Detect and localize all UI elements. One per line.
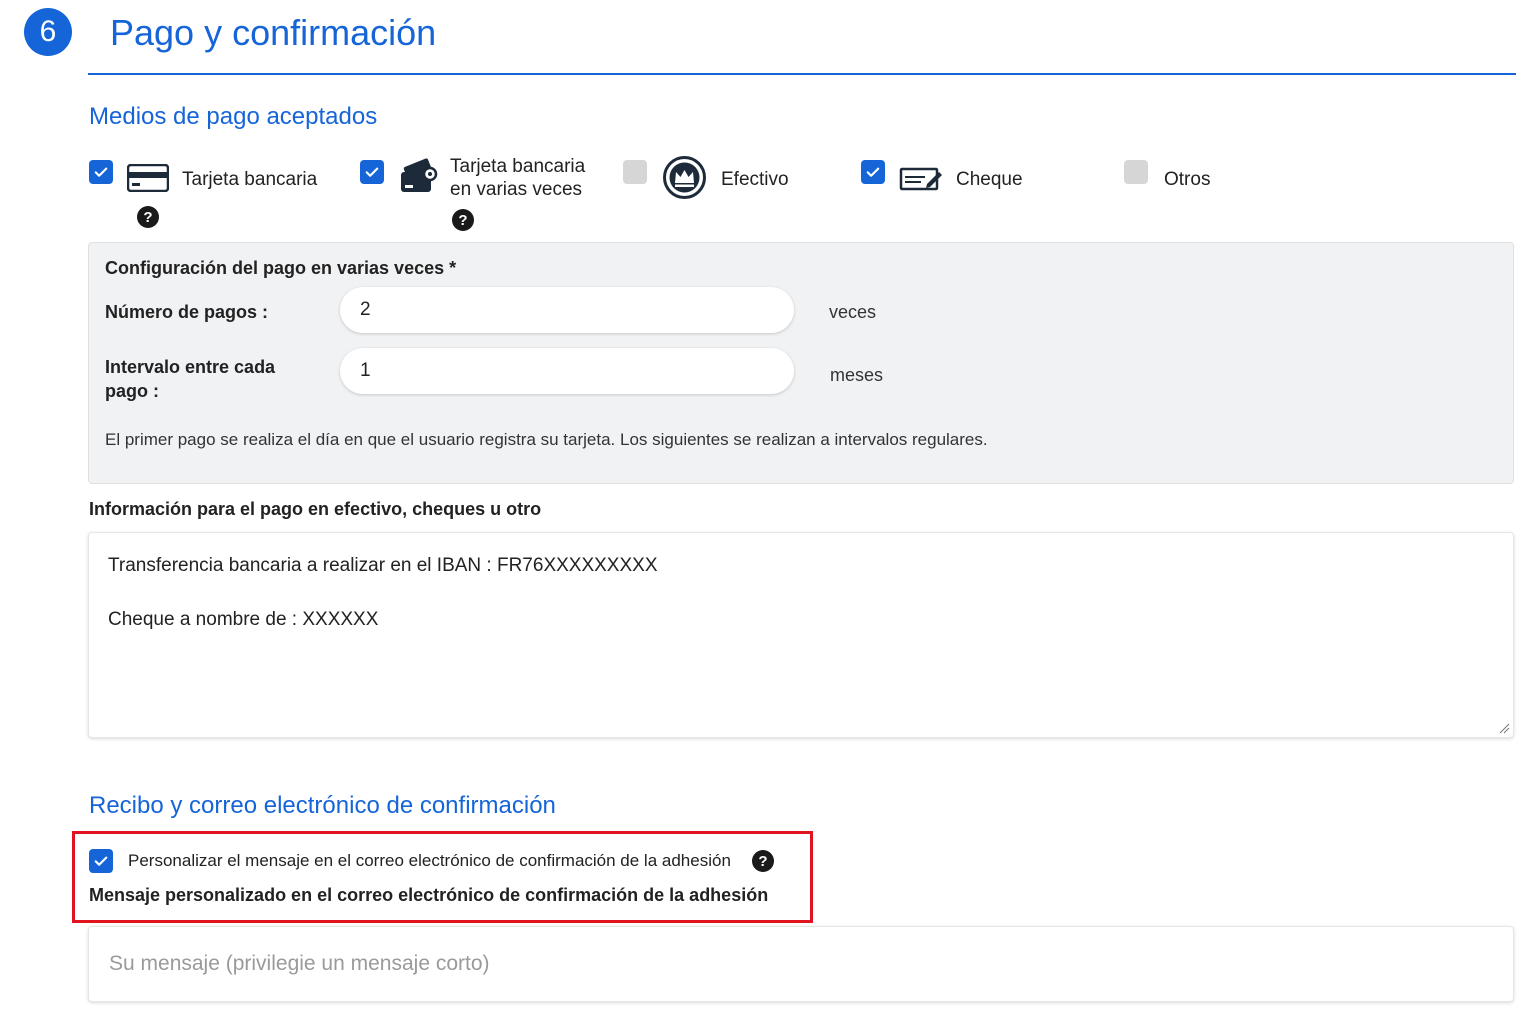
cash-payment-checkbox[interactable]	[623, 160, 647, 184]
other-payment-checkbox[interactable]	[1124, 160, 1148, 184]
payment-info-line-cheque: Cheque a nombre de : XXXXXX	[108, 609, 379, 630]
custom-message-label: Mensaje personalizado en el correo elect…	[89, 885, 769, 905]
cheque-icon	[899, 167, 942, 191]
cheque-payment-checkbox[interactable]	[861, 160, 885, 184]
installment-config-title: Configuración del pago en varias veces *	[105, 258, 457, 278]
num-payments-unit: veces	[829, 302, 877, 322]
check-icon	[94, 856, 108, 866]
interval-label-line2: pago :	[105, 381, 159, 401]
installment-card-label-line1: Tarjeta bancaria	[450, 156, 586, 177]
check-icon	[94, 167, 108, 177]
other-payment-label: Otros	[1164, 169, 1211, 190]
help-icon[interactable]: ?	[137, 206, 159, 228]
customize-message-checkbox[interactable]	[89, 849, 113, 873]
receipt-section-title: Recibo y correo electrónico de confirmac…	[89, 792, 556, 819]
payment-info-line-iban: Transferencia bancaria a realizar en el …	[108, 555, 658, 576]
check-icon	[365, 167, 379, 177]
num-payments-label: Número de pagos :	[105, 302, 269, 322]
interval-label-line1: Intervalo entre cada	[105, 357, 276, 377]
card-payment-label: Tarjeta bancaria	[182, 169, 318, 190]
interval-value: 1	[360, 360, 371, 381]
credit-card-icon	[127, 164, 169, 192]
check-icon	[866, 167, 880, 177]
cash-payment-label: Efectivo	[721, 169, 789, 190]
customize-message-label: Personalizar el mensaje en el correo ele…	[128, 851, 731, 870]
custom-message-input[interactable]	[88, 926, 1514, 1002]
payment-methods-title: Medios de pago aceptados	[89, 103, 378, 130]
help-icon[interactable]: ?	[452, 209, 474, 231]
card-payment-checkbox[interactable]	[89, 160, 113, 184]
installment-card-checkbox[interactable]	[360, 160, 384, 184]
payment-info-label: Información para el pago en efectivo, ch…	[89, 499, 542, 519]
installment-card-label: Tarjeta bancaria en varias veces	[450, 155, 585, 201]
num-payments-value: 2	[360, 299, 371, 320]
interval-input[interactable]: 1	[340, 348, 794, 394]
num-payments-input[interactable]: 2	[340, 287, 794, 333]
resize-handle-icon[interactable]	[1498, 722, 1510, 734]
cheque-payment-label: Cheque	[956, 169, 1023, 190]
installment-card-label-line2: en varias veces	[450, 179, 583, 200]
installment-note: El primer pago se realiza el día en que …	[105, 430, 988, 449]
help-icon[interactable]: ?	[752, 850, 774, 872]
interval-unit: meses	[830, 365, 884, 385]
recurring-card-icon	[401, 158, 438, 192]
cash-crown-icon	[663, 156, 706, 199]
title-divider	[88, 73, 1516, 75]
page-title: Pago y confirmación	[110, 12, 437, 53]
step-number-badge: 6	[24, 8, 72, 56]
highlight-frame	[72, 831, 813, 923]
interval-label: Intervalo entre cada pago :	[105, 355, 275, 403]
